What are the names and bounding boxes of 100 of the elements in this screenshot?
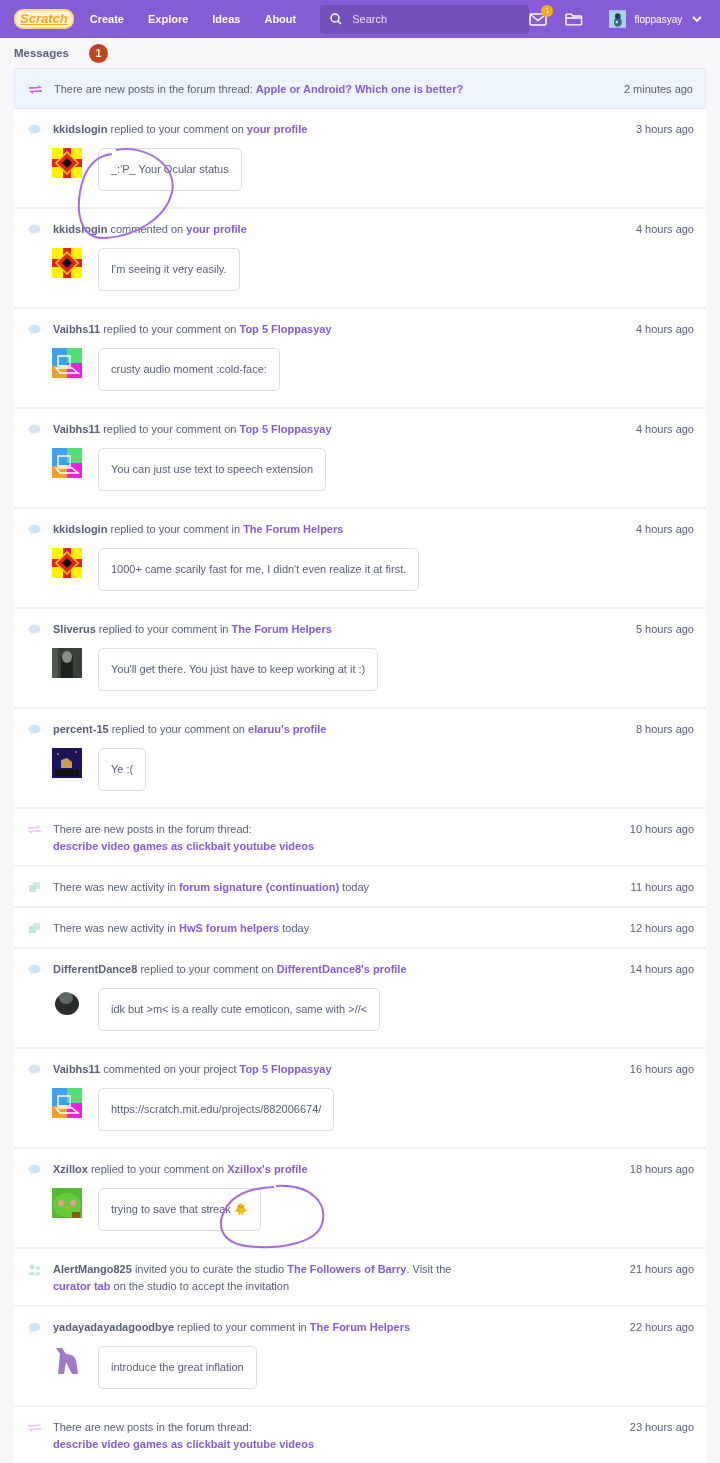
page-title: Messages — [14, 45, 69, 61]
comment-icon — [28, 424, 41, 435]
user-link[interactable]: yadayadayadagoodbye — [53, 1321, 175, 1333]
content-link[interactable]: your profile — [246, 123, 308, 135]
timestamp: 4 hours ago — [634, 422, 694, 437]
comment-bubble: You'll get there. You just have to keep working at it :) — [98, 648, 379, 691]
timestamp: 4 hours ago — [634, 222, 694, 237]
timestamp: 21 hours ago — [628, 1262, 694, 1277]
timestamp: 23 hours ago — [628, 1420, 694, 1435]
mail-icon[interactable] — [529, 13, 548, 27]
content-link[interactable]: The Followers of Barry — [287, 1263, 407, 1275]
user-link[interactable]: Xzillox — [53, 1163, 88, 1175]
comment-icon — [28, 324, 41, 335]
comment-bubble: https://scratch.mit.edu/projects/882006674/ — [98, 1088, 335, 1131]
comment-icon — [28, 964, 41, 975]
timestamp: 14 hours ago — [628, 962, 694, 977]
comment-bubble: idk but >m< is a really cute emoticon, same with >//< — [98, 988, 381, 1031]
comment-bubble: I'm seeing it very easily. — [98, 248, 240, 291]
forum-icon — [28, 1422, 41, 1433]
user-link[interactable]: percent-15 — [53, 723, 109, 735]
caret-icon — [692, 15, 702, 23]
search-field[interactable]: Search — [320, 4, 530, 34]
content-link[interactable]: The Forum Helpers — [243, 523, 344, 535]
timestamp: 3 hours ago — [634, 122, 694, 137]
content-link[interactable]: The Forum Helpers — [231, 623, 332, 635]
content-link[interactable]: describe video games as clickbait youtube videos — [53, 1436, 315, 1453]
message-text: There are new posts in the forum thread: describe video games as clickbait youtube videos — [53, 1419, 478, 1453]
search-icon — [330, 13, 343, 25]
timestamp: 12 hours ago — [628, 921, 694, 936]
content-link[interactable]: elaruu's profile — [248, 723, 327, 735]
user-link[interactable]: Vaibhs11 — [53, 323, 101, 335]
timestamp: 10 hours ago — [628, 822, 694, 837]
comment-bubble: introduce the great inflation — [98, 1346, 257, 1389]
comment-bubble: You can just use text to speech extension — [98, 448, 326, 491]
timestamp: 8 hours ago — [634, 722, 694, 737]
message-text: percent-15 replied to your comment on elaruu's profile — [53, 722, 327, 737]
content-link[interactable]: DifferentDance8's profile — [276, 963, 407, 975]
message-text: kkidslogin replied to your comment on your profile — [53, 122, 308, 137]
message-text: AlertMango825 invited you to curate the studio The Followers of Barry. Visit the curator tab on the studio to accept the invitation — [53, 1262, 453, 1294]
content-link[interactable]: Top 5 Floppasyay — [239, 423, 332, 435]
username[interactable]: floppasyay — [634, 11, 683, 27]
message-text: DifferentDance8 replied to your comment on DifferentDance8's profile — [53, 962, 407, 977]
comment-bubble: Ye :( — [98, 748, 147, 791]
comment-icon — [28, 624, 41, 635]
content-link[interactable]: Apple or Android? Which one is better? — [255, 83, 464, 95]
user-link[interactable]: AlertMango825 — [53, 1263, 132, 1275]
nav-link[interactable]: About — [264, 10, 297, 28]
comment-icon — [28, 1322, 41, 1333]
message-text: There was new activity in forum signature (continuation) today — [53, 880, 369, 895]
timestamp: 16 hours ago — [628, 1062, 694, 1077]
message-text: Vaibhs11 replied to your comment on Top 5 Floppasyay — [53, 322, 332, 337]
forum-icon — [28, 824, 41, 835]
nav-link[interactable]: Ideas — [212, 10, 241, 28]
content-link[interactable]: describe video games as clickbait youtube videos — [53, 838, 315, 855]
forum-icon — [29, 84, 42, 95]
message-text: There are new posts in the forum thread: describe video games as clickbait youtube videos — [53, 821, 478, 855]
comment-icon — [28, 224, 41, 235]
nav-link[interactable]: Explore — [147, 10, 189, 28]
content-link[interactable]: The Forum Helpers — [309, 1321, 411, 1333]
message-text: Vaibhs11 commented on your project Top 5 Floppasyay — [53, 1062, 332, 1077]
message-text: Xzillox replied to your comment on Xzillox's profile — [53, 1162, 308, 1177]
message-text: kkidslogin replied to your comment in The Forum Helpers — [53, 522, 344, 537]
content-link[interactable]: Xzillox's profile — [227, 1163, 308, 1175]
timestamp: 11 hours ago — [629, 880, 694, 895]
timestamp: 18 hours ago — [628, 1162, 694, 1177]
user-link[interactable]: kkidslogin — [53, 123, 108, 135]
user-link[interactable]: Vaibhs11 — [53, 1063, 101, 1075]
comment-bubble: 1000+ came scarily fast for me, I didn't even realize it at first. — [98, 548, 420, 591]
comment-icon — [28, 724, 41, 735]
message-text: Sliverus replied to your comment in The Forum Helpers — [53, 622, 332, 637]
studio-icon — [28, 923, 41, 934]
user-link[interactable]: DifferentDance8 — [53, 963, 138, 975]
user-link[interactable]: Vaibhs11 — [53, 423, 101, 435]
content-link[interactable]: Top 5 Floppasyay — [239, 323, 332, 335]
search-input[interactable]: Search — [350, 9, 521, 29]
notification-badge: 1 — [541, 4, 554, 17]
message-text: There are new posts in the forum thread: Apple or Android? Which one is better? — [54, 82, 464, 97]
comment-icon — [28, 1164, 41, 1175]
comment-icon — [28, 1064, 41, 1075]
content-link[interactable]: forum signature (continuation) — [178, 881, 340, 893]
nav-link[interactable]: Create — [89, 10, 124, 28]
message-text: yadayadayadagoodbye replied to your comment in The Forum Helpers — [53, 1320, 411, 1335]
content-link[interactable]: Top 5 Floppasyay — [239, 1063, 332, 1075]
message-text: There was new activity in HwS forum helpers today — [53, 921, 310, 936]
content-link[interactable]: curator tab — [53, 1280, 111, 1292]
comment-icon — [28, 524, 41, 535]
comment-bubble: crusty audio moment :cold-face: — [98, 348, 280, 391]
content-link[interactable]: your profile — [186, 223, 247, 235]
studio-icon — [28, 882, 41, 893]
timestamp: 2 minutes ago — [622, 82, 693, 97]
user-link[interactable]: kkidslogin — [53, 523, 108, 535]
content-link[interactable]: HwS forum helpers — [178, 922, 280, 934]
message-text: Vaibhs11 replied to your comment on Top 5 Floppasyay — [53, 422, 332, 437]
timestamp: 4 hours ago — [634, 322, 694, 337]
count-badge: 1 — [89, 44, 108, 63]
folder-icon[interactable] — [565, 12, 583, 26]
user-link[interactable]: Sliverus — [53, 623, 96, 635]
timestamp: 5 hours ago — [634, 622, 694, 637]
comment-icon — [28, 124, 41, 135]
timestamp: 4 hours ago — [634, 522, 694, 537]
